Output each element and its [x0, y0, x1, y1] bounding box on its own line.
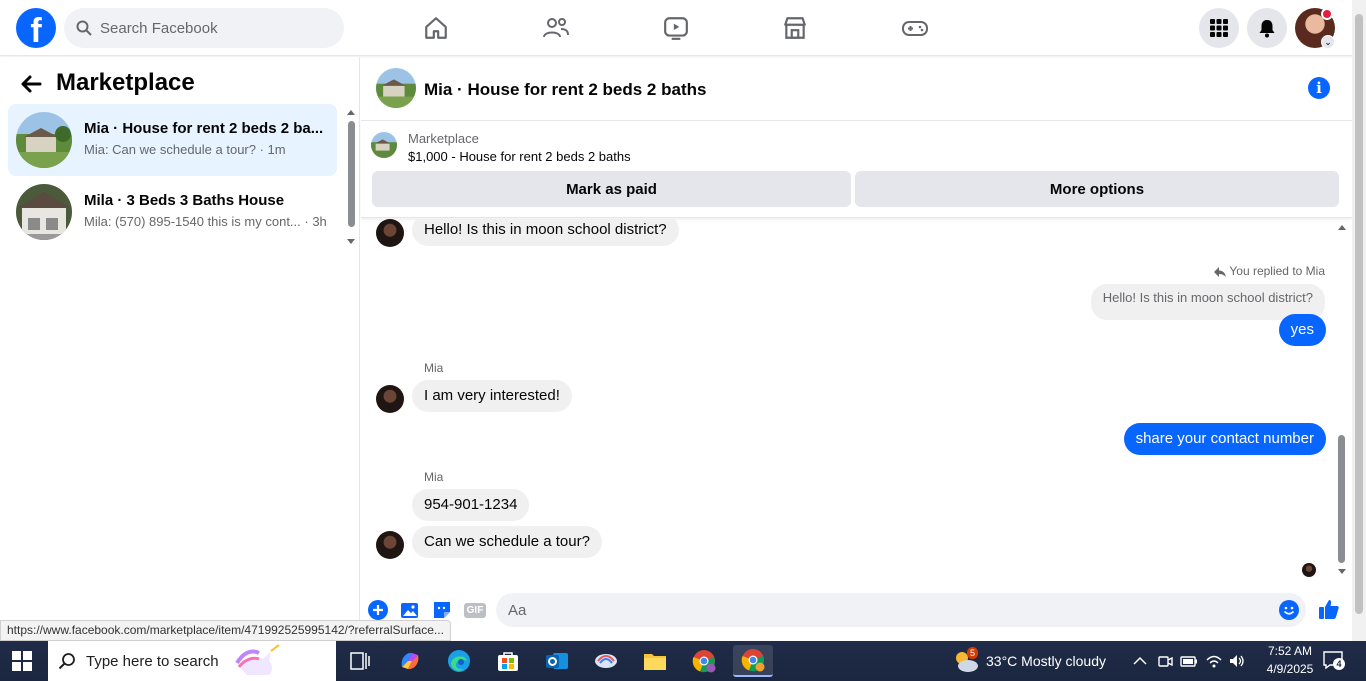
search-input[interactable] — [100, 19, 320, 37]
photo-icon[interactable] — [399, 599, 421, 621]
gif-icon[interactable]: GIF — [463, 599, 487, 621]
message-bubble-incoming[interactable]: I am very interested! — [412, 380, 572, 412]
chrome-profile-icon[interactable] — [684, 645, 724, 677]
chevron-down-icon[interactable]: ⌄ — [1321, 35, 1335, 49]
conversation-title: Mila · 3 Beds 3 Baths House — [84, 192, 285, 209]
copilot-icon[interactable] — [390, 645, 430, 677]
edge-browser-icon[interactable] — [439, 645, 479, 677]
watch-icon[interactable] — [660, 12, 692, 44]
taskbar-search[interactable]: Type here to search — [48, 641, 336, 681]
sticker-icon[interactable] — [431, 599, 453, 621]
listing-thumbnail — [16, 112, 72, 168]
sender-avatar[interactable] — [376, 219, 404, 247]
message-bubble-outgoing[interactable]: yes — [1278, 314, 1326, 346]
listing-source: Marketplace — [408, 131, 479, 146]
facebook-logo[interactable]: f — [16, 8, 56, 48]
task-view-icon[interactable] — [340, 645, 380, 677]
windows-taskbar: Type here to search 5 33°C Mostly cloudy — [0, 641, 1366, 681]
listing-thumbnail — [16, 184, 72, 240]
sidebar-scrollbar-thumb[interactable] — [348, 121, 355, 227]
clock-date[interactable]: 4/9/2025 — [1260, 662, 1320, 676]
more-options-button[interactable]: More options — [855, 171, 1339, 207]
conversation-preview: Mia: Can we schedule a tour? · 1m — [84, 142, 286, 157]
page-scrollbar-thumb[interactable] — [1355, 14, 1363, 614]
seen-indicator-avatar — [1302, 563, 1316, 577]
notifications-button[interactable] — [1247, 8, 1287, 48]
pinned-app-icon[interactable] — [586, 645, 626, 677]
sidebar-title: Marketplace — [56, 69, 195, 96]
home-icon[interactable] — [420, 12, 452, 44]
notification-count-badge: 4 — [1333, 658, 1345, 670]
outlook-icon[interactable] — [537, 645, 577, 677]
message-bubble-incoming[interactable]: Hello! Is this in moon school district? — [412, 219, 679, 246]
conversation-title: Mia · House for rent 2 beds 2 ba... — [84, 120, 324, 137]
chevron-up-icon[interactable] — [1132, 651, 1148, 671]
message-input[interactable] — [496, 593, 1306, 627]
chat-header: Mia · House for rent 2 beds 2 baths i — [361, 57, 1352, 121]
microsoft-store-icon[interactable] — [488, 645, 528, 677]
chat-listing-thumbnail[interactable] — [376, 68, 416, 108]
unicorn-illustration-icon — [234, 644, 280, 675]
emoji-icon[interactable] — [1278, 599, 1300, 621]
weather-alert-badge: 5 — [967, 647, 979, 659]
conversation-preview: Mila: (570) 895-1540 this is my cont... … — [84, 214, 327, 229]
search-box[interactable] — [64, 8, 344, 48]
menu-grid-button[interactable] — [1199, 8, 1239, 48]
reply-icon — [1214, 266, 1227, 277]
wifi-icon[interactable] — [1205, 651, 1223, 671]
clock-time[interactable]: 7:52 AM — [1260, 644, 1320, 658]
weather-text[interactable]: 33°C Mostly cloudy — [986, 653, 1106, 669]
conversation-item[interactable]: Mia · House for rent 2 beds 2 ba... Mia:… — [8, 104, 337, 176]
top-navigation: f ⌄ — [0, 0, 1352, 56]
sender-avatar[interactable] — [376, 385, 404, 413]
sender-avatar[interactable] — [376, 531, 404, 559]
listing-bar: Marketplace $1,000 - House for rent 2 be… — [361, 122, 1352, 218]
sender-name: Mia — [424, 361, 444, 375]
notification-dot — [1321, 8, 1333, 20]
marketplace-sidebar: Marketplace Mia · House for rent 2 beds … — [0, 57, 360, 641]
sender-name: Mia — [424, 470, 444, 484]
mark-as-paid-button[interactable]: Mark as paid — [372, 171, 851, 207]
windows-start-icon[interactable] — [12, 651, 32, 671]
search-icon — [76, 20, 92, 36]
marketplace-icon[interactable] — [779, 12, 811, 44]
menu-grid-icon — [1210, 19, 1228, 37]
message-thread[interactable]: Hello! Is this in moon school district? … — [361, 219, 1336, 585]
weather-cloudy-icon[interactable]: 5 — [952, 647, 980, 675]
message-composer: GIF — [361, 589, 1352, 631]
listing-thumbnail[interactable] — [371, 132, 397, 158]
gif-label: GIF — [463, 602, 487, 618]
info-icon[interactable]: i — [1308, 77, 1330, 99]
meet-icon[interactable] — [1157, 651, 1173, 671]
add-icon[interactable] — [367, 599, 389, 621]
conversation-item[interactable]: Mila · 3 Beds 3 Baths House Mila: (570) … — [8, 176, 337, 248]
message-bubble-outgoing[interactable]: share your contact number — [1123, 423, 1326, 455]
like-thumb-icon[interactable] — [1317, 597, 1341, 621]
notifications-icon — [1259, 20, 1275, 38]
chat-scrollbar-thumb[interactable] — [1338, 435, 1345, 563]
chrome-active-icon[interactable] — [733, 645, 773, 677]
chat-title[interactable]: Mia · House for rent 2 beds 2 baths — [424, 80, 706, 100]
back-arrow-icon[interactable] — [20, 73, 44, 97]
taskbar-search-text: Type here to search — [86, 652, 219, 670]
reply-indicator-text: You replied to Mia — [1229, 264, 1325, 278]
friends-icon[interactable] — [540, 12, 572, 44]
search-icon — [58, 653, 75, 670]
file-explorer-icon[interactable] — [635, 645, 675, 677]
notification-center-icon[interactable]: 4 — [1322, 650, 1346, 672]
message-bubble-incoming[interactable]: Can we schedule a tour? — [412, 526, 602, 558]
reply-indicator: You replied to Mia — [1214, 264, 1325, 278]
message-bubble-incoming[interactable]: 954-901-1234 — [412, 489, 530, 521]
status-bar-url: https://www.facebook.com/marketplace/ite… — [0, 620, 451, 641]
volume-icon[interactable] — [1228, 651, 1246, 671]
battery-icon[interactable] — [1180, 651, 1198, 671]
listing-price-title[interactable]: $1,000 - House for rent 2 beds 2 baths — [408, 149, 631, 164]
gaming-icon[interactable] — [899, 12, 931, 44]
